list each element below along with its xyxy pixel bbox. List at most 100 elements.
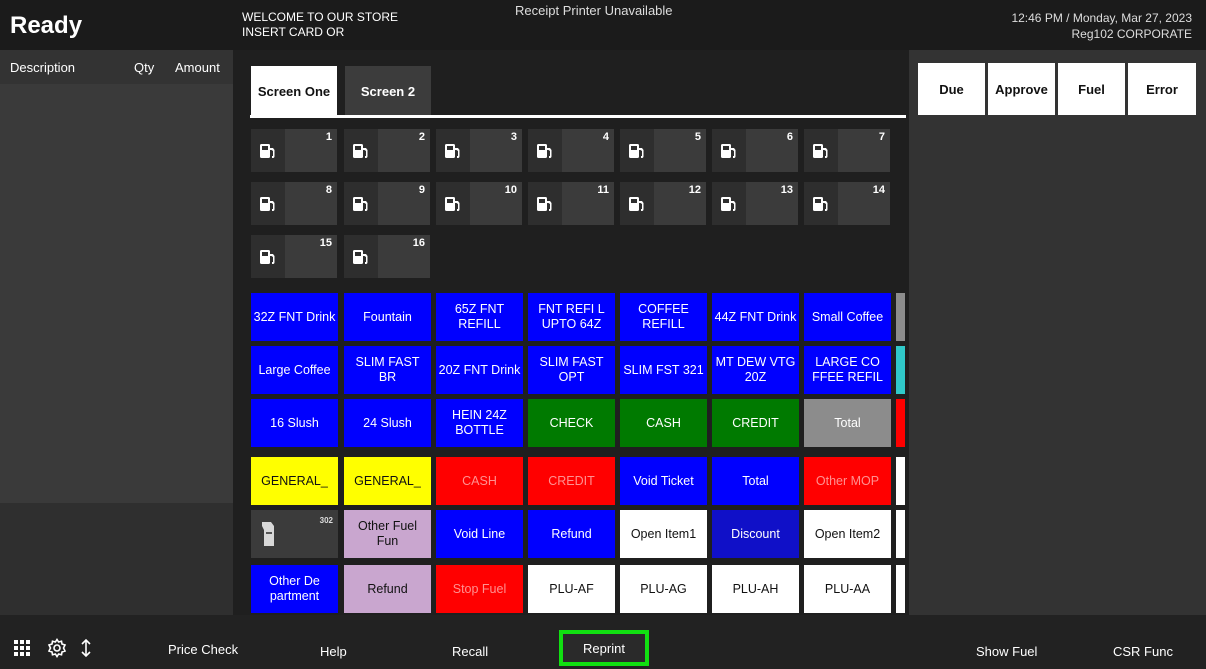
key-refund[interactable]: Refund — [344, 565, 431, 613]
key-general[interactable]: GENERAL_ — [344, 457, 431, 505]
fuel-pump-1[interactable]: 1 — [251, 129, 337, 172]
key-hein-24z-bottle[interactable]: HEIN 24Z BOTTLE — [436, 399, 523, 447]
fuel-button[interactable]: Fuel — [1058, 63, 1125, 115]
key-fnt-refi-l-upto-64z[interactable]: FNT REFI L UPTO 64Z — [528, 293, 615, 341]
key-label: Discount — [731, 526, 780, 541]
key-overflow-edge[interactable] — [896, 293, 905, 341]
fuel-pump-2[interactable]: 2 — [344, 129, 430, 172]
key-mt-dew-vtg-20z[interactable]: MT DEW VTG 20Z — [712, 346, 799, 394]
key-slim-fast-opt[interactable]: SLIM FAST OPT — [528, 346, 615, 394]
error-button[interactable]: Error — [1128, 63, 1196, 115]
key-general[interactable]: GENERAL_ — [251, 457, 338, 505]
pump-number: 13 — [780, 184, 793, 196]
fuel-pump-icon — [344, 129, 378, 172]
show-fuel-button[interactable]: Show Fuel — [976, 644, 1037, 659]
fuel-pump-icon — [804, 182, 838, 225]
pump-number: 3 — [510, 131, 517, 143]
key-large-co-ffee-refil[interactable]: LARGE CO FFEE REFIL — [804, 346, 891, 394]
key-overflow-edge[interactable] — [896, 510, 905, 558]
key-label: LARGE CO FFEE REFIL — [812, 355, 883, 384]
key-16-slush[interactable]: 16 Slush — [251, 399, 338, 447]
key-plu-ag[interactable]: PLU-AG — [620, 565, 707, 613]
csr-func-button[interactable]: CSR Func — [1113, 644, 1173, 659]
fuel-pump-4[interactable]: 4 — [528, 129, 614, 172]
key-credit[interactable]: CREDIT — [712, 399, 799, 447]
reprint-button[interactable]: Reprint — [559, 630, 649, 666]
device-key[interactable]: 302 — [251, 510, 338, 558]
key-overflow-edge[interactable] — [896, 565, 905, 613]
key-refund[interactable]: Refund — [528, 510, 615, 558]
key-32z-fnt-drink[interactable]: 32Z FNT Drink — [251, 293, 338, 341]
key-slim-fst-321[interactable]: SLIM FST 321 — [620, 346, 707, 394]
key-label: 16 Slush — [270, 415, 319, 430]
pump-number: 4 — [602, 131, 609, 143]
fuel-pump-9[interactable]: 9 — [344, 182, 430, 225]
fuel-pump-11[interactable]: 11 — [528, 182, 614, 225]
col-qty: Qty — [134, 60, 155, 75]
help-button[interactable]: Help — [320, 644, 347, 659]
key-label: Small Coffee — [811, 309, 884, 324]
fuel-pump-14[interactable]: 14 — [804, 182, 890, 225]
fuel-pump-icon — [436, 129, 470, 172]
up-down-arrow-icon[interactable] — [80, 638, 92, 661]
fuel-pump-12[interactable]: 12 — [620, 182, 706, 225]
transaction-list[interactable]: Description Qty Amount — [0, 50, 233, 503]
key-discount[interactable]: Discount — [712, 510, 799, 558]
key-label: SLIM FAST OPT — [539, 355, 604, 384]
key-plu-ah[interactable]: PLU-AH — [712, 565, 799, 613]
key-65z-fnt-refill[interactable]: 65Z FNT REFILL — [436, 293, 523, 341]
fuel-pump-16[interactable]: 16 — [344, 235, 430, 278]
key-slim-fast-br[interactable]: SLIM FAST BR — [344, 346, 431, 394]
key-open-item1[interactable]: Open Item1 — [620, 510, 707, 558]
pump-number: 10 — [504, 184, 517, 196]
grid-icon[interactable] — [14, 640, 30, 659]
key-total[interactable]: Total — [712, 457, 799, 505]
key-24-slush[interactable]: 24 Slush — [344, 399, 431, 447]
gear-icon[interactable] — [47, 638, 67, 661]
key-overflow-edge[interactable] — [896, 457, 905, 505]
key-void-line[interactable]: Void Line — [436, 510, 523, 558]
fuel-pump-6[interactable]: 6 — [712, 129, 798, 172]
tab-screen-2[interactable]: Screen 2 — [345, 66, 431, 116]
fuel-pump-10[interactable]: 10 — [436, 182, 522, 225]
key-plu-af[interactable]: PLU-AF — [528, 565, 615, 613]
key-label: HEIN 24Z BOTTLE — [452, 408, 507, 437]
key-label: 44Z FNT Drink — [714, 309, 797, 324]
key-44z-fnt-drink[interactable]: 44Z FNT Drink — [712, 293, 799, 341]
key-plu-aa[interactable]: PLU-AA — [804, 565, 891, 613]
due-button[interactable]: Due — [918, 63, 985, 115]
key-cash[interactable]: CASH — [620, 399, 707, 447]
key-other-mop[interactable]: Other MOP — [804, 457, 891, 505]
fuel-pump-7[interactable]: 7 — [804, 129, 890, 172]
key-overflow-edge[interactable] — [896, 346, 905, 394]
key-other-de-partment[interactable]: Other De partment — [251, 565, 338, 613]
key-large-coffee[interactable]: Large Coffee — [251, 346, 338, 394]
key-20z-fnt-drink[interactable]: 20Z FNT Drink — [436, 346, 523, 394]
key-open-item2[interactable]: Open Item2 — [804, 510, 891, 558]
key-void-ticket[interactable]: Void Ticket — [620, 457, 707, 505]
key-coffee-refill[interactable]: COFFEE REFILL — [620, 293, 707, 341]
fuel-pump-8[interactable]: 8 — [251, 182, 337, 225]
fuel-pump-13[interactable]: 13 — [712, 182, 798, 225]
key-cash[interactable]: CASH — [436, 457, 523, 505]
key-total[interactable]: Total — [804, 399, 891, 447]
key-stop-fuel[interactable]: Stop Fuel — [436, 565, 523, 613]
price-check-button[interactable]: Price Check — [168, 642, 238, 657]
tab-screen-one[interactable]: Screen One — [251, 66, 337, 116]
key-check[interactable]: CHECK — [528, 399, 615, 447]
fuel-pump-icon — [251, 182, 285, 225]
fuel-pump-3[interactable]: 3 — [436, 129, 522, 172]
key-overflow-edge[interactable] — [896, 399, 905, 447]
key-label: Refund — [367, 581, 408, 596]
key-other-fuel-fun[interactable]: Other Fuel Fun — [344, 510, 431, 558]
approve-button[interactable]: Approve — [988, 63, 1055, 115]
key-credit[interactable]: CREDIT — [528, 457, 615, 505]
pump-number: 8 — [325, 184, 332, 196]
key-fountain[interactable]: Fountain — [344, 293, 431, 341]
key-label: Other Fuel Fun — [357, 519, 418, 548]
key-small-coffee[interactable]: Small Coffee — [804, 293, 891, 341]
key-label: Refund — [551, 526, 592, 541]
fuel-pump-5[interactable]: 5 — [620, 129, 706, 172]
recall-button[interactable]: Recall — [452, 644, 488, 659]
fuel-pump-15[interactable]: 15 — [251, 235, 337, 278]
